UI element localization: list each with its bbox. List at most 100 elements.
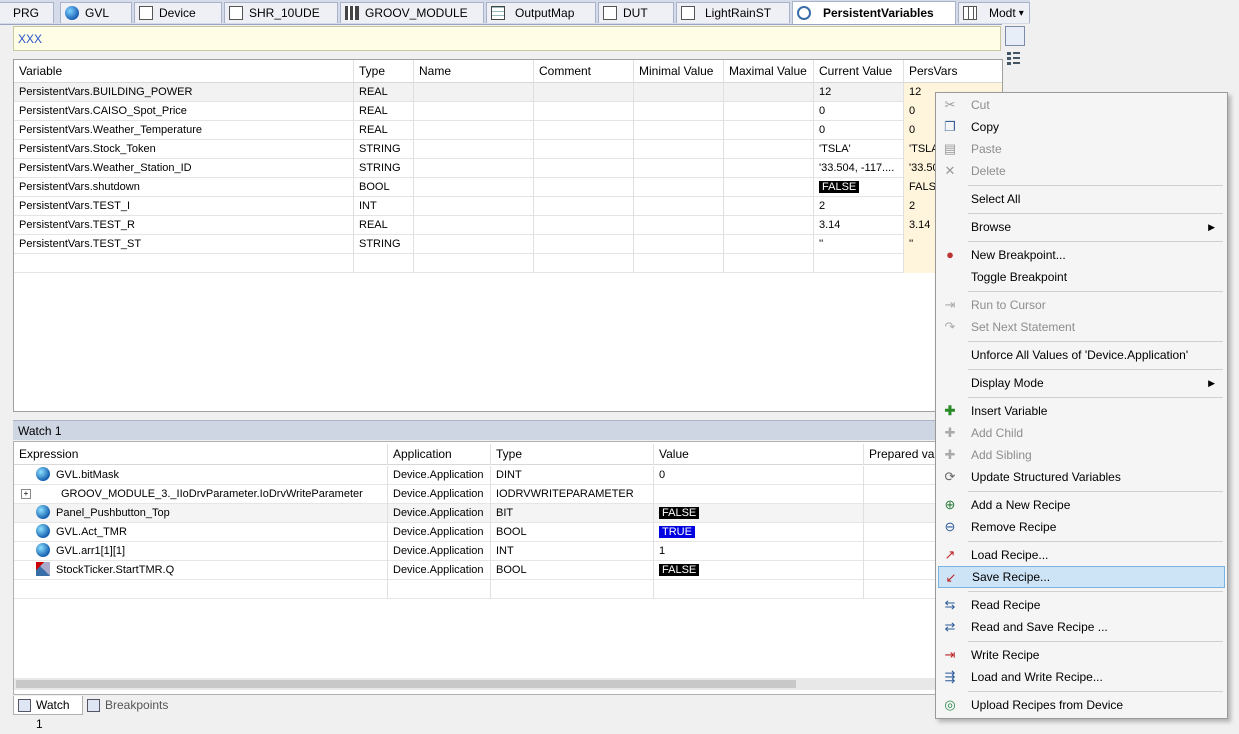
list-view-icon[interactable]: [1005, 26, 1025, 46]
column-header-value[interactable]: Value: [654, 444, 864, 465]
menu-item-paste[interactable]: ▤ Paste: [938, 138, 1225, 160]
application-cell: Device.Application: [388, 523, 491, 542]
table-row[interactable]: PersistentVars.Weather_Station_ID STRING…: [14, 159, 1002, 178]
column-header-type[interactable]: Type: [491, 444, 654, 465]
menu-item-write-recipe[interactable]: ⇥ Write Recipe: [938, 644, 1225, 666]
value-cell[interactable]: 0: [654, 466, 864, 485]
tab-shr-10ude[interactable]: SHR_10UDE: [224, 2, 338, 23]
menu-item-run-to-cursor[interactable]: ⇥ Run to Cursor: [938, 294, 1225, 316]
menu-item-load-and-write-recipe[interactable]: ⇶ Load and Write Recipe...: [938, 666, 1225, 688]
column-header-minimal-value[interactable]: Minimal Value: [634, 60, 724, 82]
breakpoints-icon: [87, 699, 100, 712]
scrollbar-thumb[interactable]: [16, 680, 796, 688]
menu-separator: [968, 213, 1223, 214]
watch-row[interactable]: StockTicker.StartTMR.Q Device.Applicatio…: [14, 561, 1002, 580]
menu-item-read-and-save-recipe[interactable]: ⇄ Read and Save Recipe ...: [938, 616, 1225, 638]
menu-item-add-child[interactable]: ✚ Add Child: [938, 422, 1225, 444]
watch-row[interactable]: GVL.bitMask Device.Application DINT 0: [14, 466, 1002, 485]
variable-cell: PersistentVars.TEST_I: [14, 197, 354, 216]
menu-item-label: Write Recipe: [971, 648, 1040, 662]
tab-watch-1[interactable]: Watch 1: [13, 696, 83, 731]
menu-item-toggle-breakpoint[interactable]: Toggle Breakpoint: [938, 266, 1225, 288]
table-row[interactable]: PersistentVars.Weather_Temperature REAL …: [14, 121, 1002, 140]
tab-breakpoints[interactable]: Breakpoints: [83, 696, 173, 715]
menu-item-select-all[interactable]: Select All: [938, 188, 1225, 210]
column-header-persvars[interactable]: PersVars: [904, 60, 1002, 82]
menu-item-cut[interactable]: ✂ Cut: [938, 94, 1225, 116]
tab-label: Breakpoints: [105, 698, 169, 712]
globe-icon: [65, 6, 79, 20]
table-row[interactable]: PersistentVars.BUILDING_POWER REAL 12 12: [14, 83, 1002, 102]
column-header-comment[interactable]: Comment: [534, 60, 634, 82]
table-row-empty[interactable]: [14, 254, 1002, 273]
tab-lightrainst[interactable]: LightRainST: [676, 2, 790, 23]
column-header-application[interactable]: Application: [388, 444, 491, 465]
menu-item-label: Copy: [971, 120, 1000, 134]
watch-row[interactable]: GVL.arr1[1][1] Device.Application INT 1: [14, 542, 1002, 561]
menu-item-remove-recipe[interactable]: ⊖ Remove Recipe: [938, 516, 1225, 538]
type-cell: [491, 580, 654, 599]
menu-item-new-breakpoint[interactable]: ● New Breakpoint...: [938, 244, 1225, 266]
current-value-cell: 2: [814, 197, 904, 216]
tab-device[interactable]: Device: [134, 2, 222, 23]
table-row[interactable]: PersistentVars.shutdown BOOL FALSE FALSE: [14, 178, 1002, 197]
column-header-type[interactable]: Type: [354, 60, 414, 82]
watch-icon: [18, 699, 31, 712]
menu-item-save-recipe[interactable]: ↙ Save Recipe...: [938, 566, 1225, 588]
menu-item-load-recipe[interactable]: ↗ Load Recipe...: [938, 544, 1225, 566]
table-row[interactable]: PersistentVars.TEST_I INT 2 2: [14, 197, 1002, 216]
expression-cell: StockTicker.StartTMR.Q: [14, 561, 388, 580]
value-cell[interactable]: FALSE: [654, 504, 864, 523]
menu-item-read-recipe[interactable]: ⇆ Read Recipe: [938, 594, 1225, 616]
column-header-maximal-value[interactable]: Maximal Value: [724, 60, 814, 82]
menu-item-browse[interactable]: Browse ▶: [938, 216, 1225, 238]
value-cell[interactable]: [654, 485, 864, 504]
tab-persistentvariables[interactable]: PersistentVariables: [792, 1, 956, 24]
tab-gvl[interactable]: GVL: [60, 2, 132, 23]
tab-label: Modt: [989, 6, 1016, 20]
table-row[interactable]: PersistentVars.TEST_R REAL 3.14 3.14: [14, 216, 1002, 235]
menu-item-update-structured-variables[interactable]: ⟳ Update Structured Variables: [938, 466, 1225, 488]
column-header-name[interactable]: Name: [414, 60, 534, 82]
menu-item-insert-variable[interactable]: ✚ Insert Variable: [938, 400, 1225, 422]
menu-item-upload-recipes[interactable]: ◎ Upload Recipes from Device: [938, 694, 1225, 716]
menu-item-unforce-all[interactable]: Unforce All Values of 'Device.Applicatio…: [938, 344, 1225, 366]
watch-row[interactable]: Panel_Pushbutton_Top Device.Application …: [14, 504, 1002, 523]
tab-outputmap[interactable]: OutputMap: [486, 2, 596, 23]
type-cell: REAL: [354, 216, 414, 235]
max-cell: [724, 216, 814, 235]
menu-item-delete[interactable]: ✕ Delete: [938, 160, 1225, 182]
menu-item-add-sibling[interactable]: ✚ Add Sibling: [938, 444, 1225, 466]
tab-groov-module[interactable]: GROOV_MODULE: [340, 2, 484, 23]
value-cell[interactable]: TRUE: [654, 523, 864, 542]
filter-input[interactable]: XXX: [13, 26, 1001, 51]
column-header-variable[interactable]: Variable: [14, 60, 354, 82]
table-row[interactable]: PersistentVars.CAISO_Spot_Price REAL 0 0: [14, 102, 1002, 121]
tree-view-icon[interactable]: [1005, 50, 1025, 70]
expand-icon[interactable]: +: [21, 489, 31, 499]
value-cell[interactable]: 1: [654, 542, 864, 561]
table-row[interactable]: PersistentVars.Stock_Token STRING 'TSLA'…: [14, 140, 1002, 159]
column-header-expression[interactable]: Expression: [14, 444, 388, 465]
column-header-current-value[interactable]: Current Value: [814, 60, 904, 82]
watch-row-empty[interactable]: [14, 580, 1002, 599]
tab-dut[interactable]: DUT: [598, 2, 674, 23]
comment-cell: [534, 140, 634, 159]
menu-item-label: Cut: [971, 98, 990, 112]
horizontal-scrollbar[interactable]: [14, 678, 1002, 690]
value-cell[interactable]: [654, 580, 864, 599]
menu-item-copy[interactable]: ❐ Copy: [938, 116, 1225, 138]
watch-row[interactable]: GVL.Act_TMR Device.Application BOOL TRUE: [14, 523, 1002, 542]
chevron-down-icon[interactable]: ▾: [1019, 8, 1024, 19]
tab-prg[interactable]: PRG: [0, 2, 54, 23]
tab-modt[interactable]: Modt ▾: [958, 2, 1030, 23]
table-row[interactable]: PersistentVars.TEST_ST STRING '' '': [14, 235, 1002, 254]
menu-item-display-mode[interactable]: Display Mode ▶: [938, 372, 1225, 394]
value-cell[interactable]: FALSE: [654, 561, 864, 580]
expression-text: StockTicker.StartTMR.Q: [56, 564, 175, 576]
min-cell: [634, 235, 724, 254]
menu-item-set-next-statement[interactable]: ↷ Set Next Statement: [938, 316, 1225, 338]
menu-item-add-new-recipe[interactable]: ⊕ Add a New Recipe: [938, 494, 1225, 516]
menu-item-label: Load Recipe...: [971, 548, 1049, 562]
watch-row[interactable]: + GROOV_MODULE_3._IIoDrvParameter.IoDrvWr…: [14, 485, 1002, 504]
